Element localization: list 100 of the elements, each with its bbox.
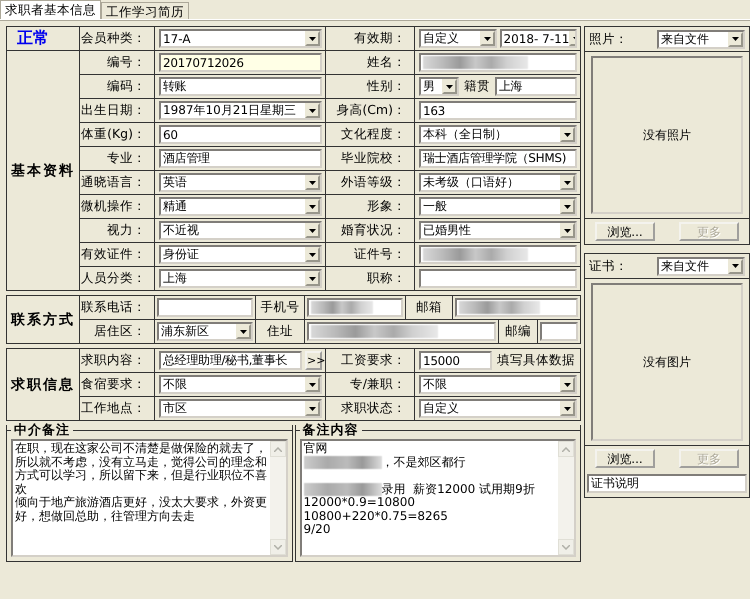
caret-icon (309, 382, 316, 386)
panel-button[interactable]: 浏览... (595, 449, 655, 468)
dropdown[interactable]: 市区 (159, 399, 322, 418)
dropdown-arrow-button[interactable] (728, 32, 743, 46)
dropdown-arrow-button[interactable] (305, 271, 320, 286)
caret-icon (564, 382, 571, 386)
dropdown-arrow-button[interactable] (305, 401, 320, 416)
dropdown[interactable]: 浦东新区 (157, 322, 253, 341)
text-field[interactable] (419, 53, 577, 72)
dropdown-arrow-button[interactable] (560, 199, 575, 214)
section-title: 基本资料 (7, 51, 79, 290)
field-label: 邮编 (499, 320, 537, 343)
dropdown[interactable]: 上海 (159, 269, 322, 288)
text-field[interactable]: 163 (419, 101, 577, 120)
tab[interactable]: 求职者基本信息 (0, 0, 101, 19)
text-field[interactable]: 酒店管理 (159, 149, 322, 168)
dropdown[interactable]: 不限 (419, 375, 577, 394)
dropdown[interactable]: 17-A (159, 29, 322, 48)
caret-icon (446, 84, 453, 88)
field-label: 姓名： (326, 51, 414, 74)
caret-icon (240, 330, 247, 334)
dropdown[interactable]: 英语 (159, 173, 322, 192)
text-field[interactable] (307, 298, 403, 317)
field-label: 食宿要求： (80, 373, 154, 396)
dropdown[interactable]: 一般 (419, 197, 577, 216)
caret-icon (309, 228, 316, 232)
dropdown-arrow-button[interactable] (305, 223, 320, 238)
caret-icon (309, 406, 316, 410)
dropdown-arrow-button[interactable] (305, 31, 320, 46)
dropdown[interactable]: 来自文件 (657, 30, 745, 48)
text-field[interactable]: 瑞士酒店管理学院（SHMS) (419, 149, 577, 168)
dropdown[interactable]: 本科（全日制） (419, 125, 577, 144)
caret-icon (564, 204, 571, 208)
field-label: 毕业院校： (326, 147, 414, 170)
field-label: 籍贯 (463, 78, 491, 95)
notes-textarea[interactable]: 官网 ，不是郊区都行 录用 薪资12000 试用期9折 12000*0.9=10800 10800+220*0.75=8265 9/20 (300, 439, 576, 557)
text-field[interactable] (419, 245, 577, 264)
dropdown[interactable]: 1987年10月21日星期三 (159, 101, 322, 120)
field-label: 证件号： (326, 243, 414, 266)
text-field[interactable]: 总经理助理/秘书,董事长 (159, 351, 302, 370)
section-title: 联系方式 (7, 296, 79, 343)
field-label: 出生日期： (80, 99, 154, 122)
dropdown[interactable]: 自定义 (419, 29, 496, 48)
field-label: 编号： (80, 51, 154, 74)
notes-textarea[interactable]: 在职，现在这家公司不清楚是做保险的就去了， 所以就不考虑，没有立马走，觉得公司的理念和 方式可以学习，所以留下来，但是行业职位不喜 欢 倾向于地产旅游酒店更好，没太大要求，外资更 好，想做回总助，往管理方向去走 (11, 439, 288, 557)
more-button[interactable]: >> (305, 351, 322, 370)
field-label: 人员分类： (80, 267, 154, 290)
field-label: 联系电话： (80, 296, 154, 319)
dropdown[interactable]: 未考级（口语好） (419, 173, 577, 192)
empty-image-text: 没有照片 (643, 126, 691, 144)
dropdown[interactable]: 男 (419, 77, 459, 96)
caption-field[interactable]: 证书说明 (587, 474, 747, 493)
field-label: 性别： (326, 75, 414, 98)
dropdown-arrow-button[interactable] (442, 79, 457, 94)
field-label: 照片： (589, 30, 629, 48)
field-label: 外语等级： (326, 171, 414, 194)
caret-icon (309, 252, 316, 256)
dropdown-arrow-button[interactable] (305, 377, 320, 392)
text-field[interactable] (455, 298, 578, 317)
hint-text: 填写具体数据 (496, 352, 576, 369)
dropdown-arrow-button[interactable] (560, 127, 575, 142)
text-field[interactable] (307, 322, 496, 341)
dropdown-arrow-button[interactable] (305, 103, 320, 118)
dropdown[interactable]: 2018- 7-11 (500, 29, 577, 48)
text-field[interactable]: 15000 (419, 351, 492, 370)
dropdown-arrow-button[interactable] (560, 377, 575, 392)
dropdown-arrow-button[interactable] (728, 258, 743, 274)
caret-icon (564, 406, 571, 410)
dropdown-arrow-button[interactable] (560, 223, 575, 238)
text-field[interactable] (419, 269, 577, 288)
dropdown[interactable]: 身份证 (159, 245, 322, 264)
dropdown[interactable]: 来自文件 (657, 256, 745, 276)
dropdown-arrow-button[interactable] (560, 175, 575, 190)
text-field[interactable]: 上海 (495, 77, 577, 96)
dropdown[interactable]: 精通 (159, 197, 322, 216)
field-label: 婚育状况： (326, 219, 414, 242)
caret-icon (309, 108, 316, 112)
dropdown-arrow-button[interactable] (560, 401, 575, 416)
caret-icon (564, 180, 571, 184)
dropdown-arrow-button[interactable] (305, 247, 320, 262)
text-field[interactable] (157, 298, 253, 317)
field-label: 工作地点： (80, 397, 154, 420)
dropdown[interactable]: 已婚男性 (419, 221, 577, 240)
panel-button[interactable]: 浏览... (595, 222, 655, 241)
field-label: 职称： (326, 267, 414, 290)
dropdown[interactable]: 不限 (159, 375, 322, 394)
section-title: 求职信息 (7, 349, 79, 420)
tab[interactable]: 工作学习简历 (101, 2, 189, 19)
dropdown-arrow-button[interactable] (480, 31, 494, 46)
field-label: 求职状态： (326, 397, 414, 420)
dropdown-arrow-button[interactable] (236, 324, 251, 339)
text-field[interactable]: 20170712026 (159, 53, 322, 72)
text-field[interactable] (540, 322, 578, 341)
dropdown-arrow-button[interactable] (305, 199, 320, 214)
dropdown[interactable]: 不近视 (159, 221, 322, 240)
dropdown[interactable]: 自定义 (419, 399, 577, 418)
field-label: 有效证件： (80, 243, 154, 266)
text-field[interactable]: 60 (159, 125, 322, 144)
text-field[interactable]: 转账 (159, 77, 322, 96)
dropdown-arrow-button[interactable] (305, 175, 320, 190)
